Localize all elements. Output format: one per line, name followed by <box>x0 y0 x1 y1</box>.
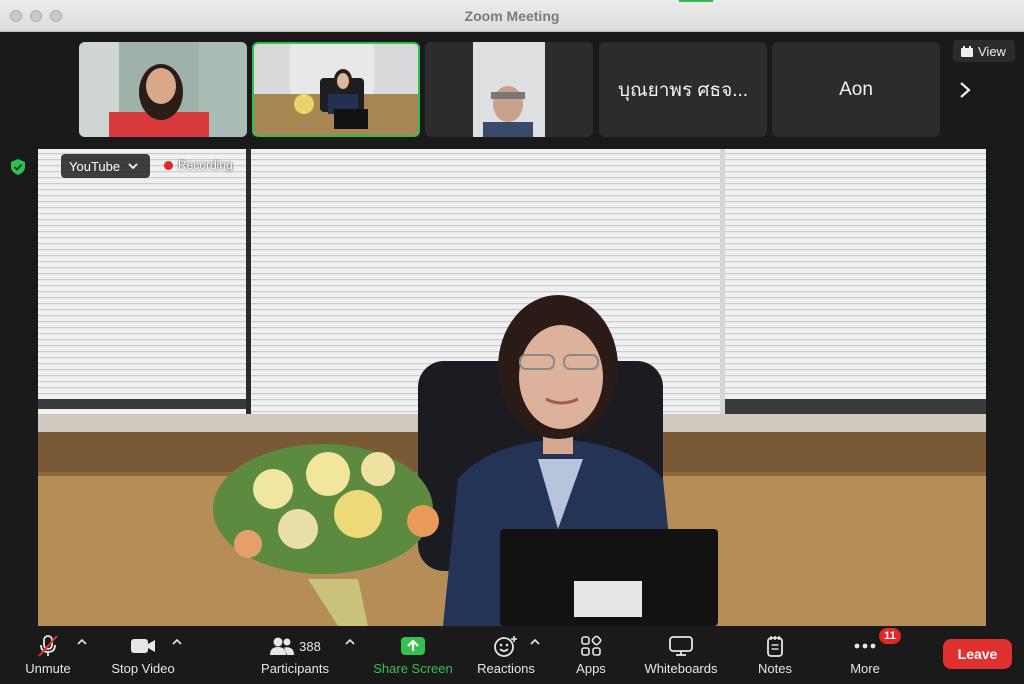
chevron-right-icon[interactable] <box>955 78 975 102</box>
meeting-toolbar: Unmute Stop Video 388 Participants Share… <box>0 626 1024 684</box>
apps-button[interactable]: Apps <box>566 626 616 684</box>
stop-video-button[interactable]: Stop Video <box>104 626 182 684</box>
notes-label: Notes <box>758 661 792 676</box>
share-screen-icon <box>401 637 425 655</box>
view-button[interactable]: View <box>953 40 1015 62</box>
participants-count: 388 <box>299 638 321 654</box>
participant-name: บุณยาพร ศธจ... <box>617 79 749 101</box>
participant-tile-1[interactable] <box>79 42 247 137</box>
participants-button[interactable]: 388 Participants <box>255 626 335 684</box>
participant-tile-5[interactable]: Aon <box>772 42 940 137</box>
more-icon <box>854 643 876 649</box>
reactions-button[interactable]: Reactions <box>472 626 540 684</box>
microphone-muted-icon <box>38 635 58 657</box>
speaker-video-frame <box>38 149 986 626</box>
recording-indicator[interactable]: Recording <box>164 158 233 172</box>
window-title: Zoom Meeting <box>464 8 560 24</box>
whiteboard-icon <box>669 636 693 656</box>
more-notification-badge: 11 <box>879 628 901 644</box>
apps-icon <box>581 635 602 656</box>
reactions-icon <box>494 636 517 657</box>
title-accent-bar <box>679 0 713 2</box>
participants-label: Participants <box>261 661 329 676</box>
share-screen-button[interactable]: Share Screen <box>370 626 456 684</box>
whiteboards-label: Whiteboards <box>644 661 718 676</box>
participants-icon <box>270 637 295 655</box>
recording-dot-icon <box>164 160 173 170</box>
participant-tile-3[interactable] <box>425 42 593 137</box>
participant-video-2 <box>254 44 418 135</box>
stop-video-label: Stop Video <box>111 661 175 676</box>
reactions-label: Reactions <box>477 661 535 676</box>
chevron-up-icon[interactable] <box>530 638 540 646</box>
window-titlebar: Zoom Meeting <box>0 0 1024 32</box>
apps-label: Apps <box>576 661 606 676</box>
participant-video-1 <box>79 42 247 137</box>
shield-icon[interactable] <box>10 158 26 176</box>
youtube-label: YouTube <box>69 158 121 174</box>
recording-label: Recording <box>178 158 233 172</box>
leave-button[interactable]: Leave <box>943 639 1012 669</box>
chevron-up-icon[interactable] <box>172 638 182 646</box>
view-grid-icon <box>961 45 973 57</box>
whiteboards-button[interactable]: Whiteboards <box>638 626 724 684</box>
participant-tile-2[interactable] <box>252 42 420 137</box>
video-camera-icon <box>131 639 155 653</box>
participant-video-3 <box>425 42 593 137</box>
participant-tile-4[interactable]: บุณยาพร ศธจ... <box>599 42 767 137</box>
view-label: View <box>978 43 1006 59</box>
chevron-up-icon[interactable] <box>345 638 355 646</box>
notes-button[interactable]: Notes <box>750 626 800 684</box>
share-screen-label: Share Screen <box>373 661 453 676</box>
participant-name: Aon <box>839 78 873 100</box>
meeting-stage: บุณยาพร ศธจ... Aon View YouTube Recordin… <box>0 32 1024 626</box>
more-label: More <box>850 661 880 676</box>
main-speaker-video[interactable] <box>38 149 986 626</box>
unmute-label: Unmute <box>25 661 71 676</box>
youtube-stream-button[interactable]: YouTube <box>61 154 150 178</box>
chevron-up-icon[interactable] <box>77 638 87 646</box>
chevron-down-icon <box>128 162 138 169</box>
unmute-button[interactable]: Unmute <box>18 626 78 684</box>
notes-icon <box>767 636 783 657</box>
